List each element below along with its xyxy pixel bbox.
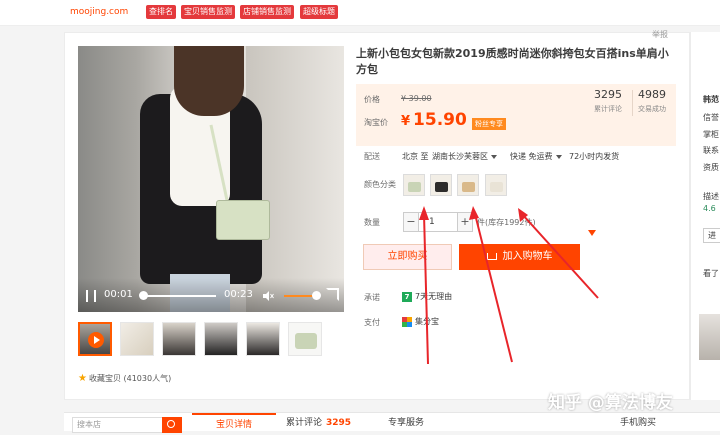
shopkeeper: 掌柜 xyxy=(703,130,719,139)
arrowhead-2 xyxy=(469,206,479,220)
tab-reviews[interactable]: 累计评论 3295 xyxy=(286,413,351,432)
arrow-3 xyxy=(521,213,599,299)
arrow-1 xyxy=(423,213,429,365)
watermark: 知乎 @算法博友 xyxy=(548,393,673,413)
arrowhead-1 xyxy=(419,206,429,220)
tab-service[interactable]: 专享服务 xyxy=(388,413,424,432)
mobile-buy-link[interactable]: 手机购买 xyxy=(620,413,656,432)
recommended-item[interactable] xyxy=(699,314,720,360)
tab-detail[interactable]: 宝贝详情 xyxy=(192,413,276,432)
arrow-group xyxy=(423,213,599,365)
shop-rating: 信誉 xyxy=(703,113,719,122)
arrow-2 xyxy=(474,213,513,363)
arrowheads xyxy=(419,206,528,222)
enter-shop-button[interactable]: 进 xyxy=(703,228,720,243)
shop-sidebar: 韩范 信誉 掌柜 联系 资质 描述 4.6 进 看了 xyxy=(690,32,720,400)
contact[interactable]: 联系 xyxy=(703,145,719,156)
qualification[interactable]: 资质 xyxy=(703,162,719,173)
tab-reviews-label: 累计评论 xyxy=(286,418,323,428)
description-score: 4.6 xyxy=(703,204,716,213)
annotation-arrows xyxy=(419,206,599,365)
also-viewed-label: 看了 xyxy=(703,269,719,278)
description-score-label: 描述 xyxy=(703,192,719,201)
tab-reviews-count: 3295 xyxy=(326,418,352,428)
bottom-tab-bar: 搜本店 宝贝详情 累计评论 3295 专享服务 手机购买 xyxy=(64,412,720,433)
shop-name[interactable]: 韩范 xyxy=(703,94,719,105)
